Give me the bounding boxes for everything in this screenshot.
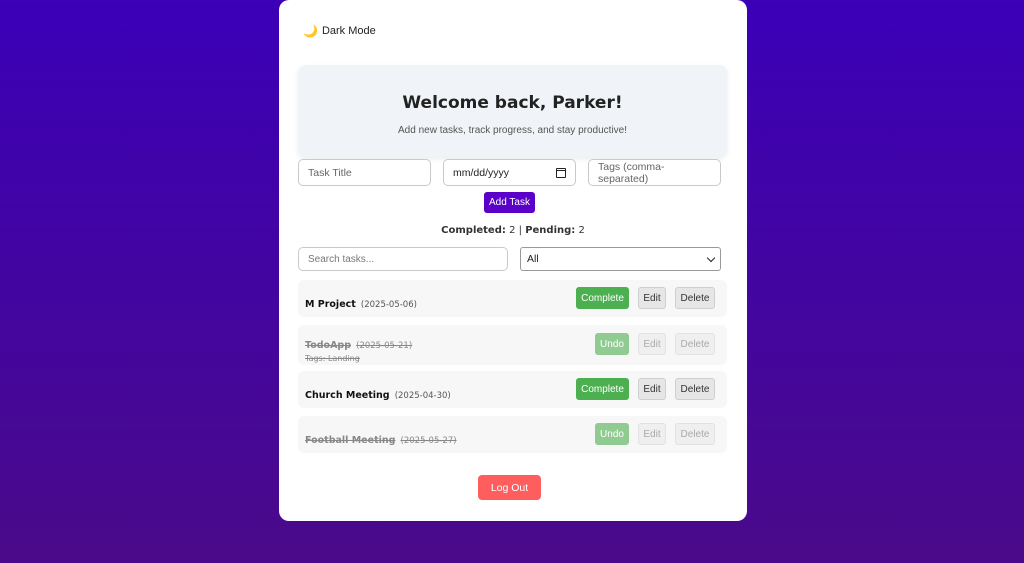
moon-icon: 🌙 [303,24,318,38]
task-row: Church Meeting (2025-04-30) Complete Edi… [298,371,727,408]
task-tags-input[interactable]: Tags (comma-separated) [588,159,721,186]
task-date: (2025-05-06) [360,300,417,310]
completed-count: 2 [509,225,516,236]
stats-separator: | [518,225,522,236]
task-tags: Tags: Landing [305,354,360,363]
logout-button[interactable]: Log Out [478,475,541,500]
search-input[interactable]: Search tasks... [298,247,508,271]
task-tags-placeholder: Tags (comma-separated) [598,160,665,185]
task-row: M Project (2025-05-06) Complete Edit Del… [298,280,727,317]
calendar-icon[interactable] [556,167,566,178]
task-title-input[interactable]: Task Title [298,159,431,186]
edit-button[interactable]: Edit [638,333,666,355]
chevron-down-icon [706,253,716,262]
complete-button[interactable]: Complete [576,287,629,309]
task-name: Football Meeting [305,435,396,446]
task-stats: Completed: 2 | Pending: 2 [279,225,747,236]
task-row: Football Meeting (2025-05-27) Undo Edit … [298,416,727,453]
task-row: TodoApp (2025-05-21) Tags: Landing Undo … [298,325,727,365]
welcome-banner: Welcome back, Parker! Add new tasks, tra… [298,65,727,157]
task-name: Church Meeting [305,390,390,401]
task-date: (2025-04-30) [394,391,451,401]
add-task-button[interactable]: Add Task [484,192,535,213]
task-info: Church Meeting (2025-04-30) [305,383,451,402]
dark-mode-label: Dark Mode [321,25,376,37]
task-date: (2025-05-21) [356,341,413,351]
welcome-title: Welcome back, Parker! [402,93,623,113]
complete-button[interactable]: Complete [576,378,629,400]
dark-mode-toggle[interactable]: 🌙 Dark Mode [303,25,376,37]
filter-select[interactable]: All [520,247,721,271]
completed-label: Completed: [441,225,506,236]
delete-button[interactable]: Delete [675,287,715,309]
edit-button[interactable]: Edit [638,423,666,445]
task-info: TodoApp (2025-05-21) Tags: Landing [305,333,412,363]
undo-button[interactable]: Undo [595,423,629,445]
task-date-input[interactable]: mm/dd/yyyy [443,159,576,186]
task-name: M Project [305,299,356,310]
pending-label: Pending: [525,225,576,236]
task-info: Football Meeting (2025-05-27) [305,428,457,447]
task-name: TodoApp [305,340,352,351]
edit-button[interactable]: Edit [638,378,666,400]
task-info: M Project (2025-05-06) [305,292,417,311]
delete-button[interactable]: Delete [675,333,715,355]
undo-button[interactable]: Undo [595,333,629,355]
delete-button[interactable]: Delete [675,423,715,445]
welcome-subtitle: Add new tasks, track progress, and stay … [398,125,627,136]
app-card: 🌙 Dark Mode Welcome back, Parker! Add ne… [279,0,747,521]
task-date: (2025-05-27) [400,436,457,446]
task-date-value: mm/dd/yyyy [453,166,510,179]
delete-button[interactable]: Delete [675,378,715,400]
filter-select-value: All [527,253,539,265]
task-title-placeholder: Task Title [308,166,352,179]
edit-button[interactable]: Edit [638,287,666,309]
search-placeholder: Search tasks... [308,253,375,265]
pending-count: 2 [578,225,585,236]
